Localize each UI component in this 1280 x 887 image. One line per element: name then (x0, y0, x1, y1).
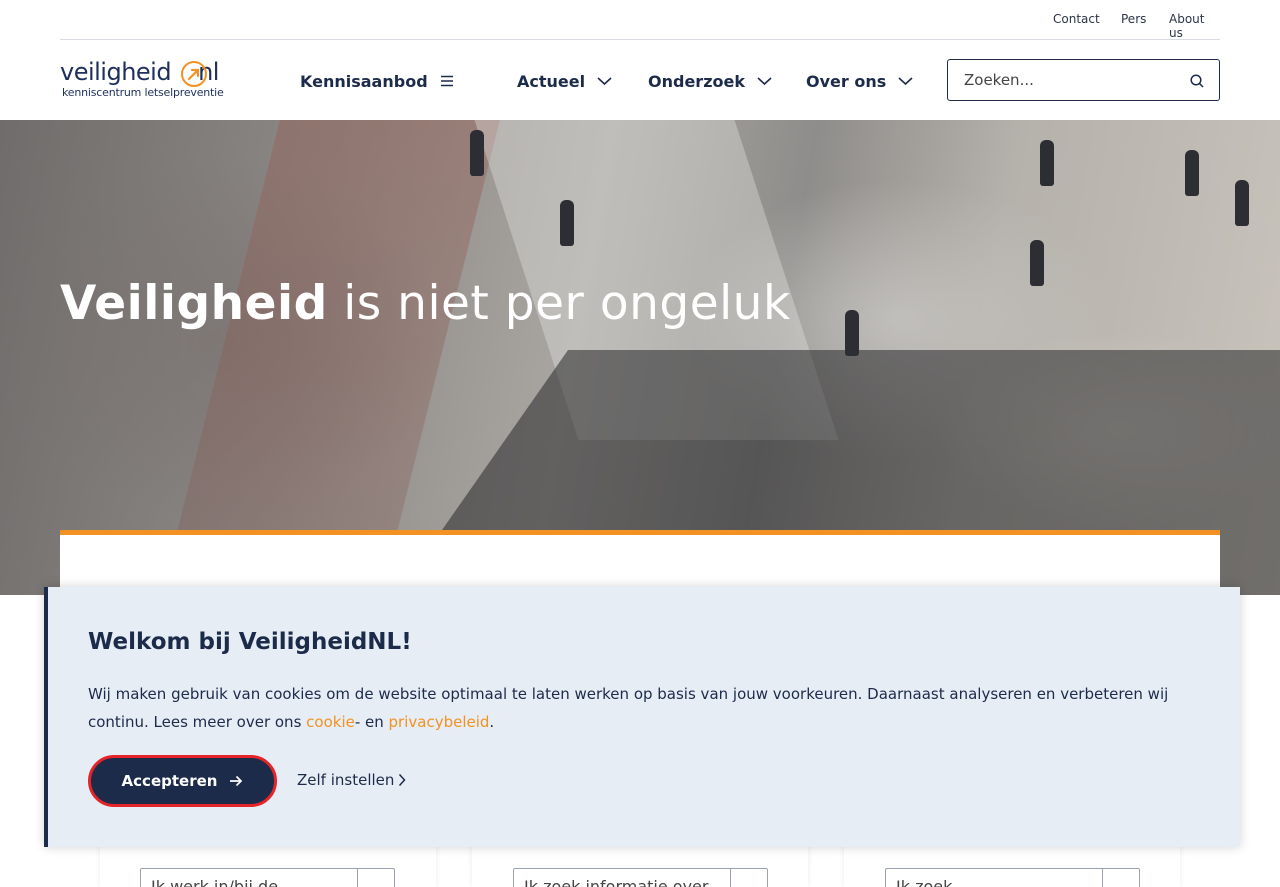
hero-photo-figure (845, 310, 859, 356)
privacy-policy-link[interactable]: privacybeleid (389, 713, 490, 731)
cookie-title: Welkom bij VeiligheidNL! (88, 629, 412, 655)
nav-over-ons[interactable]: Over ons (806, 70, 913, 92)
hero-photo-figure (1030, 240, 1044, 286)
select-divider (357, 869, 358, 887)
nav-onderzoek[interactable]: Onderzoek (648, 70, 772, 92)
cookie-text-middle: - en (354, 713, 389, 731)
cookie-settings-link[interactable]: Zelf instellen (297, 771, 406, 789)
accept-cookies-button[interactable]: Accepteren (88, 755, 277, 807)
chevron-down-icon (597, 77, 612, 86)
cookie-banner: Welkom bij VeiligheidNL! Wij maken gebru… (44, 587, 1240, 847)
hero-photo-figure (1185, 150, 1199, 196)
contact-link[interactable]: Contact (1053, 12, 1100, 26)
hero-title: Veiligheid is niet per ongeluk (60, 276, 791, 331)
nav-kennisaanbod-label: Kennisaanbod (300, 71, 428, 91)
search-type-select-value: Ik zoek (896, 877, 953, 887)
hero-photo-figure (1235, 180, 1249, 226)
cookie-text-end: . (489, 713, 495, 731)
topic-select-value: Ik zoek informatie over (524, 877, 709, 887)
chevron-down-icon (898, 77, 913, 86)
hero-photo-figure (1040, 140, 1054, 186)
cookie-text-body: Wij maken gebruik van cookies om de webs… (88, 685, 1169, 731)
cookie-policy-link[interactable]: cookie (306, 713, 355, 731)
hero-title-strong: Veiligheid (60, 276, 328, 331)
search-type-select[interactable]: Ik zoek (885, 868, 1140, 887)
logo-tagline: kenniscentrum letselpreventie (62, 86, 224, 99)
hero-photo-figure (560, 200, 574, 246)
cookie-text: Wij maken gebruik van cookies om de webs… (88, 680, 1188, 736)
logo-arrow-icon (181, 61, 207, 87)
sector-select-value: Ik werk in/bij de (151, 877, 279, 887)
search-input[interactable] (948, 60, 1180, 100)
search-icon[interactable] (1189, 73, 1205, 89)
hero-banner: Veiligheid is niet per ongeluk (0, 120, 1280, 595)
main-header: veiligheid nl kenniscentrum letselprevent… (0, 40, 1280, 120)
sector-select[interactable]: Ik werk in/bij de (140, 868, 395, 887)
chevron-down-icon (757, 77, 772, 86)
select-divider (730, 869, 731, 887)
press-link[interactable]: Pers (1121, 12, 1146, 26)
hero-title-rest: is niet per ongeluk (327, 276, 791, 331)
cookie-settings-label: Zelf instellen (297, 771, 395, 789)
nav-over-ons-label: Over ons (806, 71, 887, 91)
nav-actueel[interactable]: Actueel (517, 70, 612, 92)
hero-photo-figure (470, 130, 484, 176)
utility-bar: Contact Pers About us (60, 0, 1220, 40)
logo[interactable]: veiligheid nl kenniscentrum letselprevent… (60, 58, 240, 102)
search-box (947, 59, 1220, 101)
logo-name-part1: veiligheid (60, 58, 172, 86)
topic-select[interactable]: Ik zoek informatie over (513, 868, 768, 887)
arrow-right-icon (230, 775, 243, 787)
accept-label: Accepteren (121, 772, 218, 790)
nav-kennisaanbod[interactable]: Kennisaanbod (300, 70, 454, 92)
chevron-right-icon (399, 773, 406, 787)
nav-actueel-label: Actueel (517, 71, 586, 91)
hamburger-icon (440, 75, 453, 87)
about-us-link[interactable]: About us (1169, 12, 1220, 40)
nav-onderzoek-label: Onderzoek (648, 71, 745, 91)
select-divider (1102, 869, 1103, 887)
